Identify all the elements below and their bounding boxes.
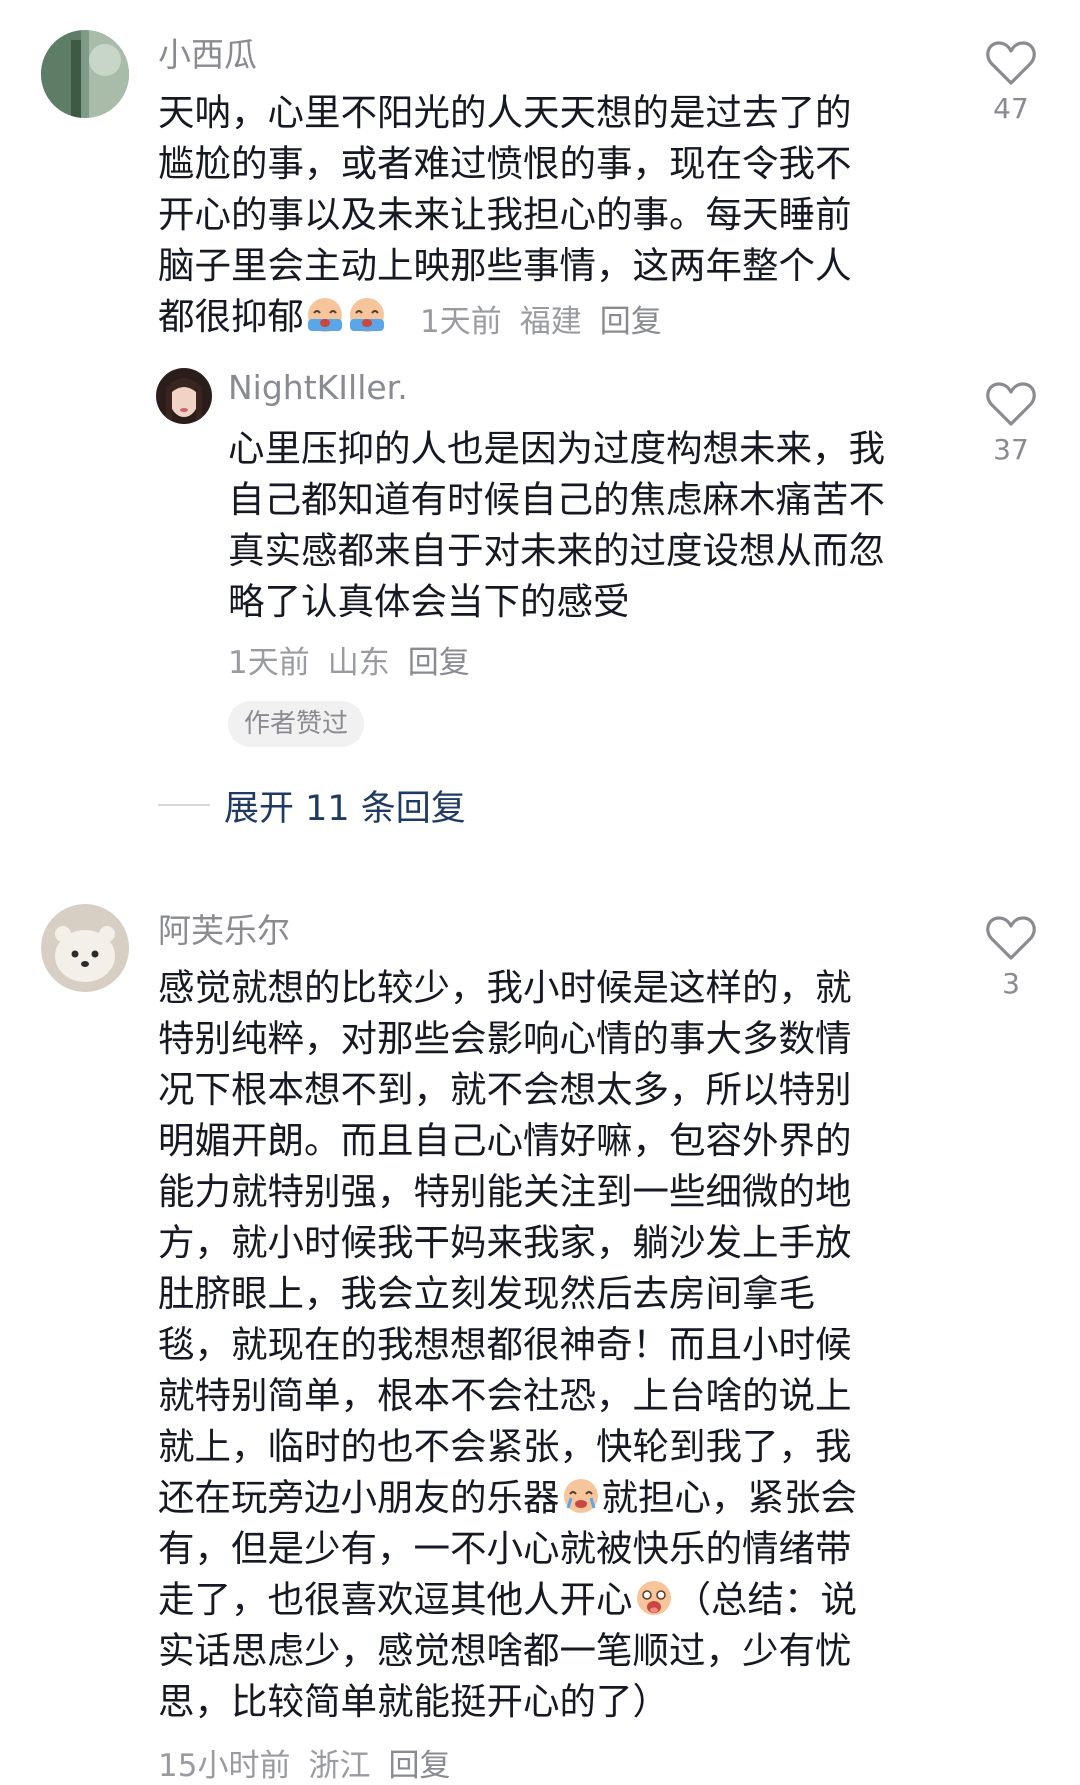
crying-emoji — [305, 295, 345, 335]
comment-line-with-emoji: 走了，也很喜欢逗其他人开心 （总结：说 — [158, 1574, 857, 1625]
comment-line: 开心的事以及未来让我担心的事。每天睡前 — [158, 193, 852, 236]
timestamp: 1天前 — [420, 304, 502, 340]
comment-line: 实话思虑少，感觉想啥都一笔顺过，少有忧 — [158, 1629, 852, 1672]
comment-line: 就特别简单，根本不会社恐，上台啥的说上 — [158, 1374, 852, 1417]
heart-icon — [986, 916, 1036, 960]
comment-line: 自己都知道有时候自己的焦虑麻木痛苦不 — [228, 478, 885, 521]
username[interactable]: 阿芙乐尔 — [158, 904, 290, 952]
reply-button[interactable]: 回复 — [388, 1748, 450, 1784]
author-liked-badge: 作者赞过 — [228, 701, 365, 747]
comment-line: 尴尬的事，或者难过愤恨的事，现在令我不 — [158, 142, 852, 185]
avatar[interactable] — [41, 30, 129, 118]
comment-line: 方，就小时候我干妈来我家，躺沙发上手放 — [158, 1221, 852, 1264]
divider-dash — [158, 804, 210, 806]
crying-emoji — [561, 1476, 601, 1516]
comment-line: 感觉就想的比较少，我小时候是这样的，就 — [158, 966, 852, 1009]
comment-line-part: （总结：说 — [674, 1578, 858, 1621]
like-count: 47 — [993, 92, 1029, 125]
comment-meta: 1天前 福建 回复 — [420, 296, 680, 341]
like-button[interactable]: 3 — [966, 915, 1056, 1000]
comment-line-part: 还在玩旁边小朋友的乐器 — [158, 1476, 560, 1519]
like-button[interactable]: 37 — [966, 381, 1056, 466]
laughing-emoji — [634, 1578, 674, 1618]
location: 浙江 — [308, 1748, 371, 1784]
comment-meta: 15小时前 浙江 回复 — [158, 1740, 468, 1785]
avatar[interactable] — [41, 904, 129, 992]
timestamp: 15小时前 — [158, 1748, 291, 1784]
comment-line: 况下根本想不到，就不会想太多，所以特别 — [158, 1068, 852, 1111]
expand-replies-label: 展开 11 条回复 — [224, 788, 466, 829]
reply-button[interactable]: 回复 — [600, 304, 662, 340]
like-count: 37 — [993, 433, 1029, 466]
location: 福建 — [519, 304, 582, 340]
like-button[interactable]: 47 — [966, 40, 1056, 125]
comment-text[interactable]: 心里压抑的人也是因为过度构想未来，我 自己都知道有时候自己的焦虑麻木痛苦不 真实… — [228, 423, 885, 627]
comment-text[interactable]: 感觉就想的比较少，我小时候是这样的，就 特别纯粹，对那些会影响心情的事大多数情 … — [158, 962, 857, 1727]
comment-line: 特别纯粹，对那些会影响心情的事大多数情 — [158, 1017, 852, 1060]
crying-emoji — [347, 295, 387, 335]
comment-line: 肚脐眼上，我会立刻发现然后去房间拿毛 — [158, 1272, 815, 1315]
comment-line: 毯，就现在的我想想都很神奇！而且小时候 — [158, 1323, 852, 1366]
comment-line: 能力就特别强，特别能关注到一些细微的地 — [158, 1170, 852, 1213]
comment-line-part: 走了，也很喜欢逗其他人开心 — [158, 1578, 633, 1621]
comment-line: 有，但是少有，一不小心就被快乐的情绪带 — [158, 1527, 852, 1570]
expand-replies-button[interactable]: 展开 11 条回复 — [158, 780, 466, 830]
heart-icon — [986, 382, 1036, 426]
comment-line: 真实感都来自于对未来的过度设想从而忽 — [228, 529, 885, 572]
like-count: 3 — [1002, 967, 1020, 1000]
comment-line-part: 就担心，紧张会 — [601, 1476, 858, 1519]
comment-line: 明媚开朗。而且自己心情好嘛，包容外界的 — [158, 1119, 852, 1162]
comment-line: 思，比较简单就能挺开心的了） — [158, 1680, 669, 1723]
comment-line: 心里压抑的人也是因为过度构想未来，我 — [228, 427, 885, 470]
avatar[interactable] — [156, 368, 212, 424]
location: 山东 — [327, 645, 390, 681]
comment-line-with-emoji: 还在玩旁边小朋友的乐器 就担心，紧张会 — [158, 1472, 857, 1523]
reply-button[interactable]: 回复 — [408, 645, 470, 681]
comment-line: 脑子里会主动上映那些事情，这两年整个人 — [158, 244, 852, 287]
username[interactable]: 小西瓜 — [158, 28, 257, 76]
comment-line: 略了认真体会当下的感受 — [228, 580, 630, 623]
username[interactable]: NightKIller. — [228, 368, 408, 407]
comment-meta: 1天前 山东 回复 — [228, 637, 488, 682]
timestamp: 1天前 — [228, 645, 310, 681]
comment-line: 就上，临时的也不会紧张，快轮到我了，我 — [158, 1425, 852, 1468]
comment-line: 都很抑郁 — [158, 295, 304, 338]
heart-icon — [986, 41, 1036, 85]
comment-line: 天呐，心里不阳光的人天天想的是过去了的 — [158, 91, 852, 134]
